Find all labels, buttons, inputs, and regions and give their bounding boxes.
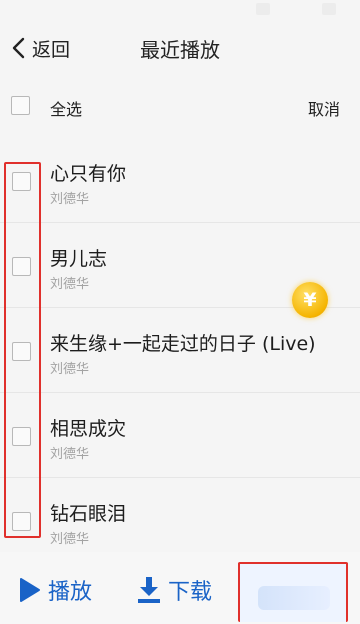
song-artist: 刘德华: [50, 447, 90, 462]
bottom-action-bar: 播放 下载: [0, 552, 360, 624]
song-checkbox[interactable]: [12, 172, 31, 191]
coin-icon[interactable]: ¥: [292, 282, 328, 318]
more-action-highlight[interactable]: [238, 562, 348, 622]
blurred-action: [258, 586, 330, 610]
wifi-icon: [256, 3, 270, 15]
cancel-button[interactable]: 取消: [308, 96, 340, 120]
page-title: 最近播放: [140, 38, 220, 62]
download-button[interactable]: 下载: [136, 574, 212, 606]
status-bar: [0, 0, 360, 22]
song-title: 来生缘+一起走过的日子 (Live): [50, 333, 316, 355]
song-title: 心只有你: [50, 163, 127, 185]
play-button[interactable]: 播放: [18, 574, 92, 606]
song-checkbox[interactable]: [12, 427, 31, 446]
select-all-label[interactable]: 全选: [50, 96, 82, 120]
play-label: 播放: [48, 580, 93, 605]
list-item[interactable]: 心只有你 刘德华: [0, 138, 360, 223]
select-bar: 全选 取消: [0, 86, 360, 126]
list-item[interactable]: 相思成灾 刘德华: [0, 393, 360, 478]
song-artist: 刘德华: [50, 192, 90, 207]
play-icon: [20, 578, 40, 602]
song-artist: 刘德华: [50, 362, 90, 377]
download-label: 下载: [168, 580, 213, 605]
song-checkbox[interactable]: [12, 512, 31, 531]
song-artist: 刘德华: [50, 277, 90, 292]
download-icon: [138, 577, 160, 603]
song-artist: 刘德华: [50, 532, 90, 547]
song-checkbox[interactable]: [12, 342, 31, 361]
battery-icon: [322, 3, 336, 15]
coin-symbol: ¥: [303, 289, 317, 311]
select-all-checkbox[interactable]: [11, 96, 30, 115]
song-title: 相思成灾: [50, 418, 127, 440]
song-checkbox[interactable]: [12, 257, 31, 276]
song-title: 钻石眼泪: [50, 503, 127, 525]
song-title: 男儿志: [50, 248, 108, 270]
list-item[interactable]: 来生缘+一起走过的日子 (Live) 刘德华: [0, 308, 360, 393]
header: 返回 最近播放: [0, 22, 360, 74]
list-item[interactable]: 钻石眼泪 刘德华: [0, 478, 360, 563]
